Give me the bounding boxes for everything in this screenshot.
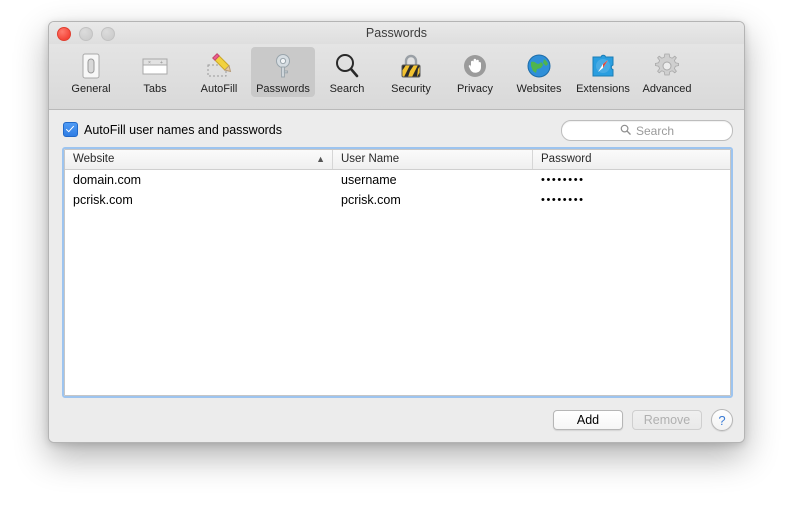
toolbar-item-general[interactable]: General [59, 47, 123, 97]
gear-icon [651, 50, 683, 82]
remove-button: Remove [632, 410, 702, 430]
window-controls [57, 27, 115, 41]
passwords-table-inner: Website ▲ User Name Password domain.com … [64, 149, 731, 396]
globe-icon [523, 50, 555, 82]
column-header-website[interactable]: Website ▲ [65, 150, 333, 169]
table-header-row: Website ▲ User Name Password [65, 150, 730, 170]
window-titlebar: Passwords [49, 22, 744, 44]
puzzle-icon [587, 50, 619, 82]
svg-text:+: + [160, 60, 163, 66]
search-icon [620, 122, 631, 140]
toolbar-item-privacy[interactable]: Privacy [443, 47, 507, 97]
autofill-icon [203, 50, 235, 82]
toolbar-item-extensions[interactable]: Extensions [571, 47, 635, 97]
table-row[interactable]: domain.com username •••••••• [65, 170, 730, 190]
minimize-button[interactable] [79, 27, 93, 41]
cell-website: pcrisk.com [73, 193, 133, 207]
autofill-checkbox-row[interactable]: AutoFill user names and passwords [63, 122, 282, 137]
passwords-pane: AutoFill user names and passwords Search… [49, 110, 744, 442]
toolbar-label-privacy: Privacy [456, 83, 494, 95]
autofill-checkbox-label: AutoFill user names and passwords [84, 122, 283, 137]
add-button[interactable]: Add [553, 410, 623, 430]
column-header-username[interactable]: User Name [333, 150, 533, 169]
toolbar-item-security[interactable]: Security [379, 47, 443, 97]
cell-password: •••••••• [541, 194, 585, 206]
padlock-icon [395, 50, 427, 82]
search-placeholder: Search [635, 123, 675, 138]
toolbar-label-autofill: AutoFill [200, 83, 238, 95]
toolbar-item-websites[interactable]: Websites [507, 47, 571, 97]
toolbar-item-tabs[interactable]: × + Tabs [123, 47, 187, 97]
toolbar-item-autofill[interactable]: AutoFill [187, 47, 251, 97]
toolbar-label-security: Security [391, 83, 431, 95]
hand-icon [459, 50, 491, 82]
toolbar-label-tabs: Tabs [143, 83, 167, 95]
toolbar-item-passwords[interactable]: Passwords [251, 47, 315, 97]
toolbar-label-advanced: Advanced [642, 83, 692, 95]
tabs-icon: × + [139, 50, 171, 82]
toolbar-label-search: Search [329, 83, 365, 95]
cell-website: domain.com [73, 173, 142, 187]
toolbar-label-passwords: Passwords [256, 83, 310, 95]
help-button[interactable]: ? [711, 409, 733, 431]
key-icon [267, 50, 299, 82]
preferences-window: Passwords General × + Tabs AutoFill Pass… [48, 21, 745, 443]
close-button[interactable] [57, 27, 71, 41]
column-header-password[interactable]: Password [533, 150, 730, 169]
column-header-password-label: Password [541, 153, 592, 165]
toolbar-label-extensions: Extensions [576, 83, 630, 95]
column-header-username-label: User Name [341, 153, 400, 165]
toolbar-item-advanced[interactable]: Advanced [635, 47, 699, 97]
magnifier-icon [331, 50, 363, 82]
column-header-website-label: Website [73, 153, 115, 165]
window-title: Passwords [365, 26, 428, 40]
autofill-checkbox[interactable] [63, 122, 78, 137]
zoom-button[interactable] [101, 27, 115, 41]
cell-password: •••••••• [541, 174, 585, 186]
preferences-toolbar: General × + Tabs AutoFill Passwords Sear… [49, 44, 744, 110]
table-row[interactable]: pcrisk.com pcrisk.com •••••••• [65, 190, 730, 210]
table-actions: Add Remove ? [553, 409, 733, 431]
toolbar-label-general: General [71, 83, 111, 95]
svg-text:×: × [148, 60, 151, 66]
general-icon [75, 50, 107, 82]
cell-username: pcrisk.com [341, 193, 401, 207]
search-input[interactable]: Search [561, 120, 733, 141]
cell-username: username [341, 173, 397, 187]
passwords-table[interactable]: Website ▲ User Name Password domain.com … [62, 147, 733, 398]
sort-ascending-icon: ▲ [316, 154, 325, 164]
toolbar-item-search[interactable]: Search [315, 47, 379, 97]
toolbar-label-websites: Websites [516, 83, 562, 95]
